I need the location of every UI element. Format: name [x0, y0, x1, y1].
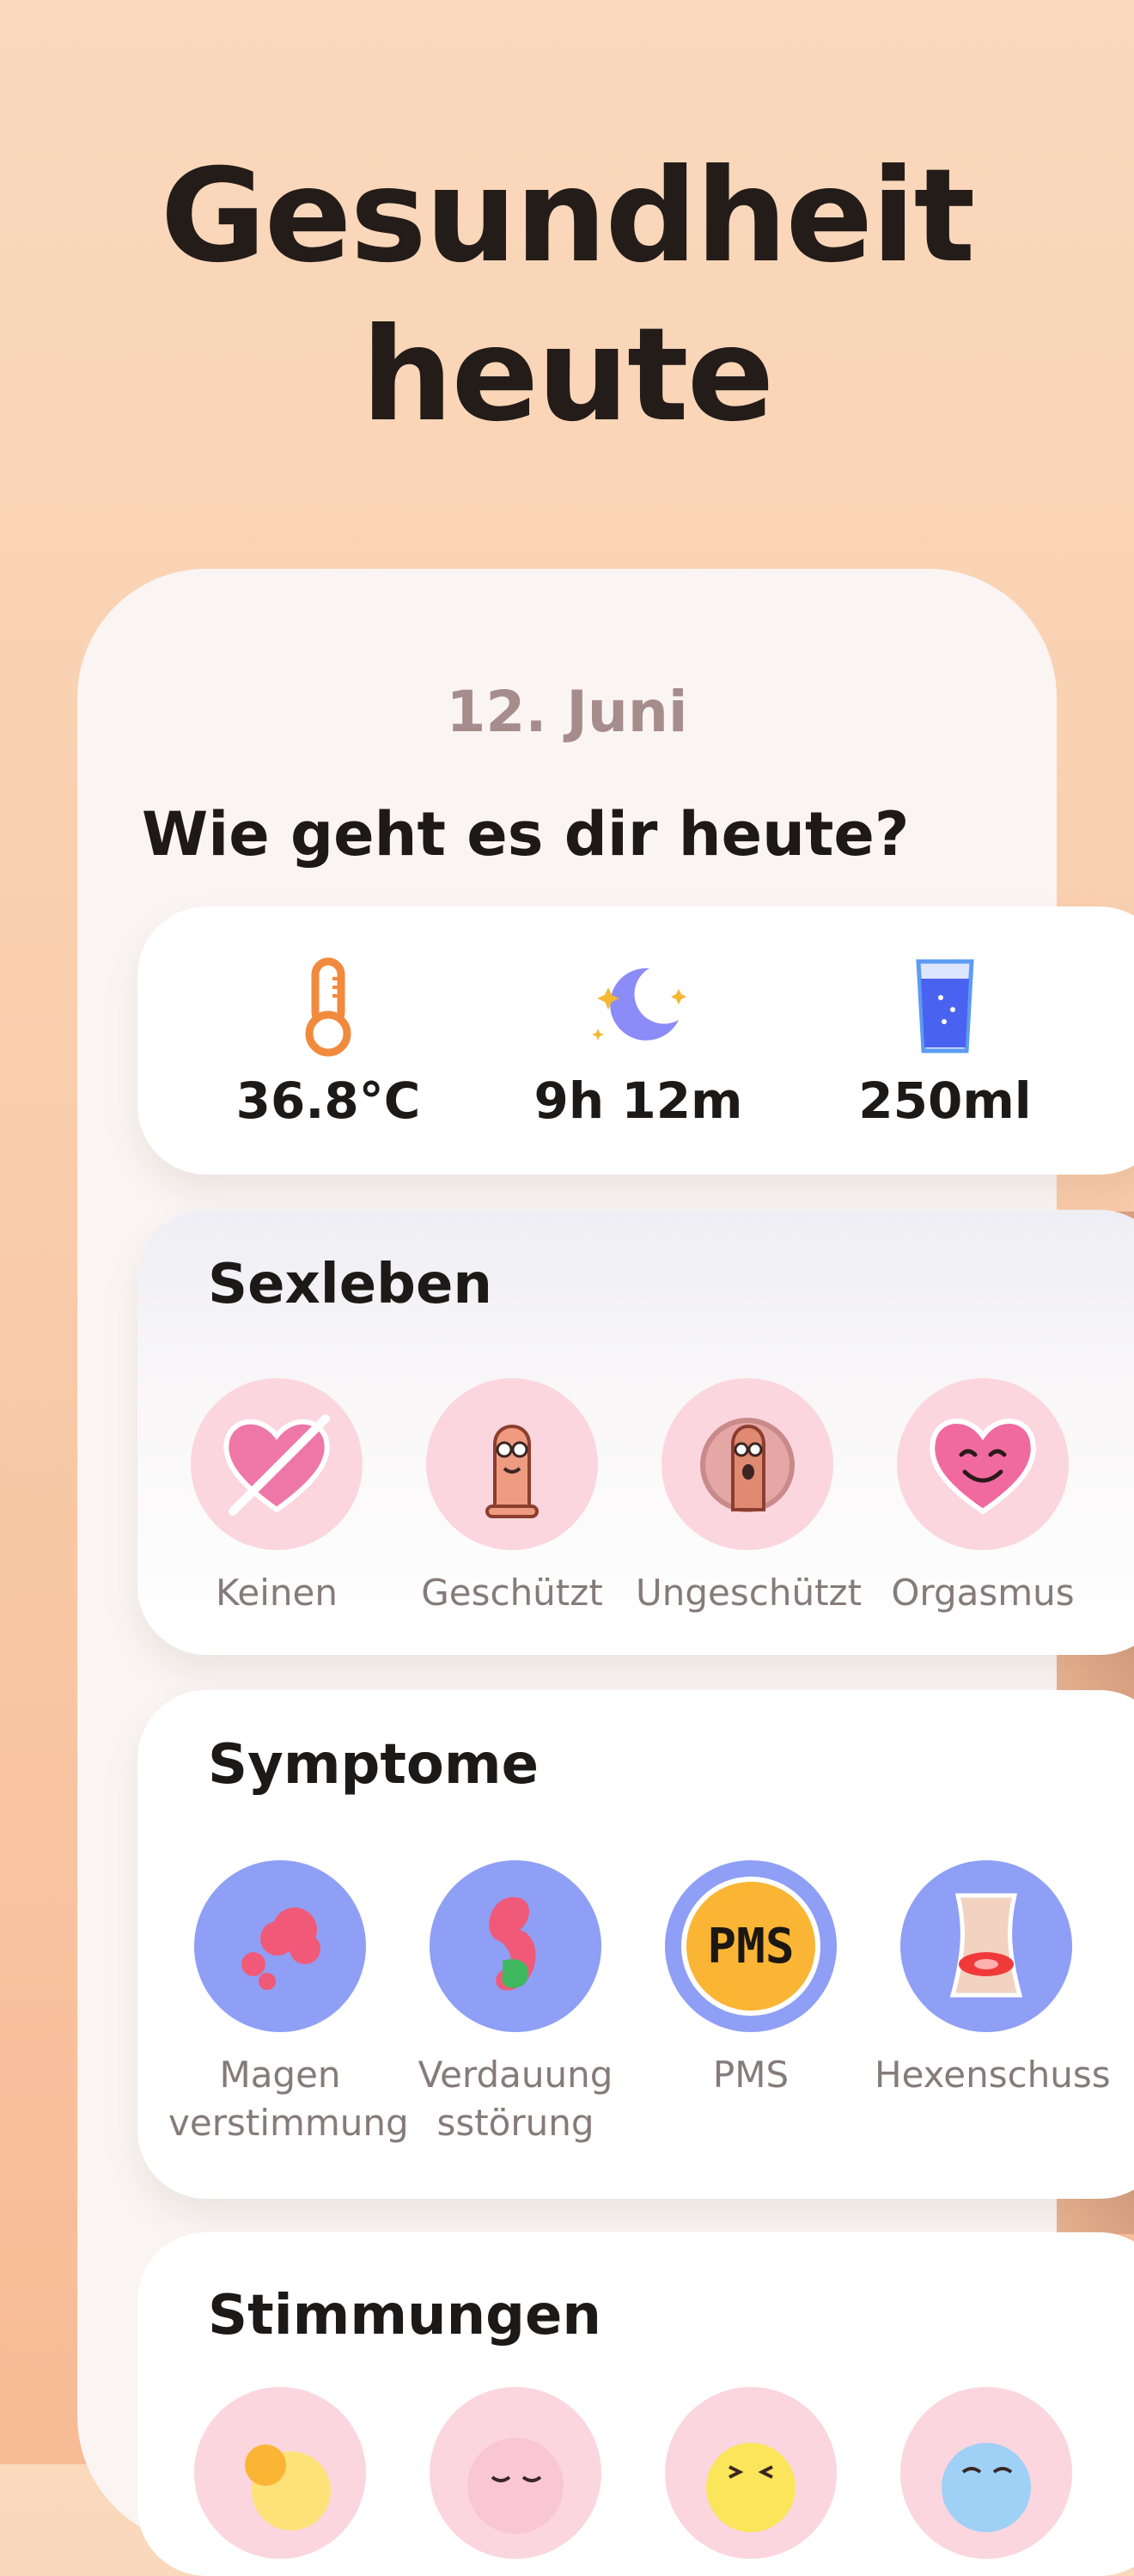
smiling-heart-icon [930, 1419, 1036, 1515]
temperature-metric[interactable]: 36.8°C [199, 906, 457, 1175]
stimmungen-panel: Stimmungen [137, 2232, 1134, 2576]
water-metric[interactable]: 250ml [816, 906, 1074, 1175]
option-magenverstimmung[interactable]: Magen verstimmung [168, 1860, 409, 2147]
option-mood-laughing[interactable] [639, 2387, 863, 2559]
temperature-value: 36.8°C [235, 1071, 421, 1130]
no-condom-icon [700, 1418, 795, 1512]
sleep-value: 9h 12m [533, 1071, 743, 1130]
crossed-heart-icon [223, 1414, 330, 1516]
moon-icon [592, 968, 686, 1041]
sleep-metric[interactable]: 9h 12m [509, 906, 767, 1175]
option-label: Verdauung sstörung [418, 2054, 613, 2144]
option-mood-sunny[interactable] [168, 2387, 392, 2559]
heading-line-1: Gesundheit [160, 142, 976, 291]
laughing-mood-icon [706, 2443, 796, 2532]
option-label: PMS [712, 2054, 790, 2096]
option-hexenschuss[interactable]: Hexenschuss [875, 1860, 1111, 2099]
pms-icon: PMS [681, 1877, 820, 2016]
digestion-icon [489, 1896, 536, 1991]
back-pain-icon [949, 1893, 1023, 1998]
sunny-mood-icon [245, 2445, 331, 2530]
svg-text:PMS: PMS [707, 1919, 794, 1975]
option-mood-calm[interactable] [404, 2387, 627, 2559]
sexleben-title: Sexleben [208, 1253, 492, 1316]
date-label: 12. Juni [446, 679, 688, 745]
option-keinen[interactable]: Keinen [165, 1378, 388, 1617]
sad-mood-icon [942, 2443, 1031, 2532]
upset-stomach-icon [241, 1908, 320, 1990]
page-heading: Gesundheit heute [0, 137, 1134, 455]
option-label: Orgasmus [891, 1572, 1075, 1614]
calm-mood-icon [467, 2438, 564, 2534]
daily-question: Wie geht es dir heute? [142, 799, 910, 870]
heading-line-2: heute [361, 301, 775, 450]
condom-icon [485, 1425, 539, 1518]
option-mood-sad[interactable] [875, 2387, 1098, 2559]
symptome-panel: Symptome Magen verstimmung Verdauung sst… [137, 1690, 1134, 2199]
symptome-title: Symptome [208, 1733, 539, 1797]
option-geschuetzt[interactable]: Geschützt [400, 1378, 624, 1617]
option-label: Geschützt [421, 1572, 603, 1614]
option-label: Hexenschuss [875, 2054, 1111, 2096]
option-label: Magen verstimmung [168, 2054, 409, 2144]
option-label: Ungeschützt [636, 1572, 863, 1614]
sexleben-panel: Sexleben Keinen Geschützt Ungeschützt Or… [137, 1210, 1134, 1655]
option-label: Keinen [215, 1572, 338, 1614]
option-ungeschuetzt[interactable]: Ungeschützt [636, 1378, 863, 1617]
metrics-panel: 36.8°C 9h 12m 250ml [137, 906, 1134, 1175]
thermometer-icon [305, 957, 351, 1057]
water-value: 250ml [858, 1071, 1032, 1130]
water-glass-icon [916, 959, 974, 1053]
stimmungen-title: Stimmungen [208, 2284, 601, 2347]
option-orgasmus[interactable]: Orgasmus [871, 1378, 1094, 1617]
option-verdauungsstoerung[interactable]: Verdauung sstörung [404, 1860, 627, 2147]
option-pms[interactable]: PMS PMS [639, 1860, 863, 2099]
